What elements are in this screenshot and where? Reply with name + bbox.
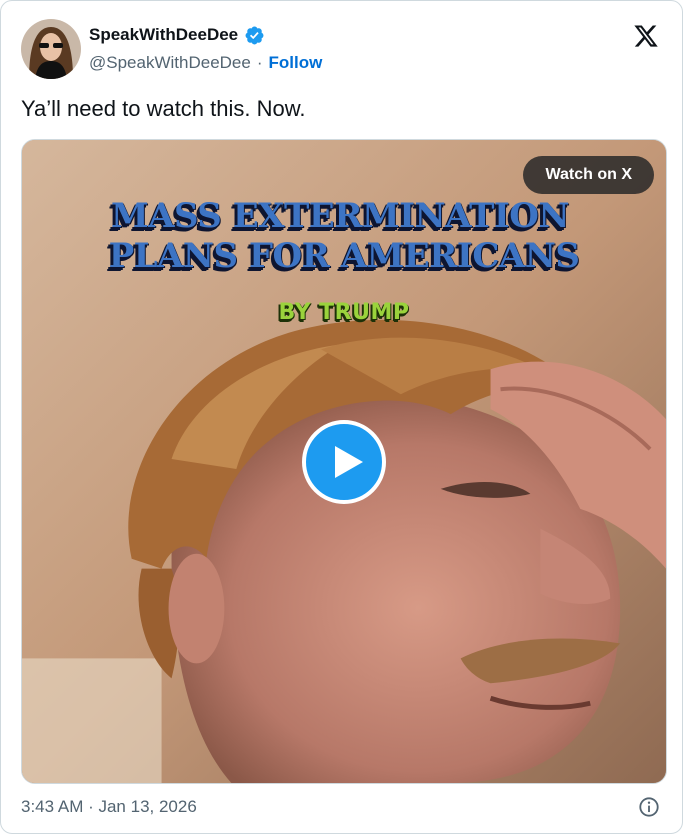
tweet-text: Ya’ll need to watch this. Now. — [21, 96, 306, 121]
x-logo-icon[interactable] — [632, 23, 660, 49]
overlay-title-line2: PLANS FOR AMERICANS — [108, 236, 580, 276]
handle[interactable]: @SpeakWithDeeDee — [89, 53, 251, 73]
handle-row: @SpeakWithDeeDee · Follow — [89, 53, 322, 73]
timestamp[interactable]: 3:43 AM · Jan 13, 2026 — [21, 797, 197, 817]
avatar[interactable] — [21, 19, 81, 79]
tweet-card: SpeakWithDeeDee @SpeakWithDeeDee · Follo… — [0, 0, 683, 834]
overlay-title-line1: MASS EXTERMINATION — [110, 196, 570, 236]
avatar-image — [21, 19, 81, 79]
play-button[interactable] — [302, 420, 386, 504]
separator: · — [256, 53, 263, 72]
display-name[interactable]: SpeakWithDeeDee — [89, 25, 238, 45]
name-row: SpeakWithDeeDee — [89, 23, 322, 47]
follow-button[interactable]: Follow — [269, 53, 323, 73]
info-icon[interactable] — [638, 796, 660, 818]
author-block: SpeakWithDeeDee @SpeakWithDeeDee · Follo… — [89, 23, 322, 73]
overlay-byline: BY TRUMP — [278, 300, 410, 325]
verified-badge-icon — [245, 26, 264, 44]
watch-on-x-button[interactable]: Watch on X — [523, 156, 654, 194]
play-icon — [335, 446, 363, 478]
video-player[interactable]: MASS EXTERMINATION PLANS FOR AMERICANS B… — [21, 139, 667, 784]
